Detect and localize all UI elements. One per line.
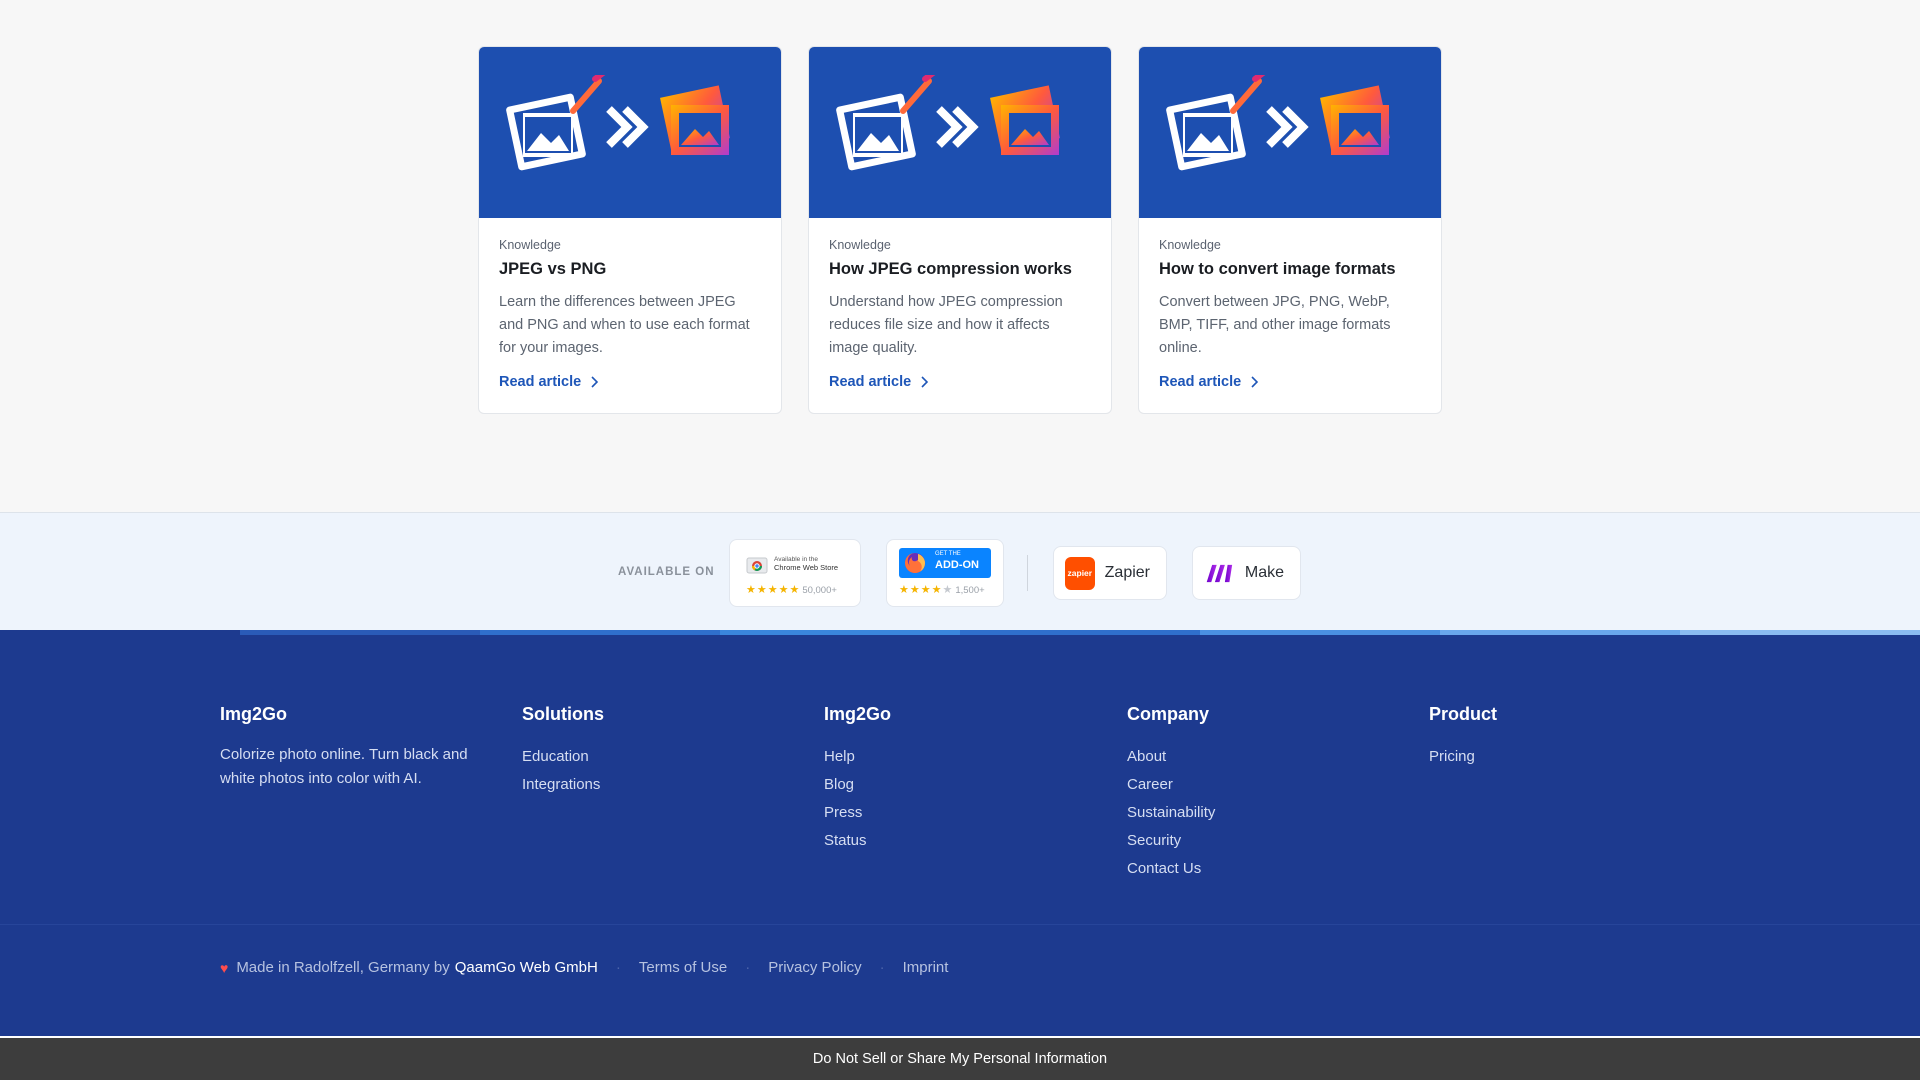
zapier-label: Zapier <box>1104 564 1150 581</box>
article-category: Knowledge <box>1159 238 1221 252</box>
rating-stars: ★★★★★ 1,500+ <box>899 584 985 596</box>
footer-column-title: Img2Go <box>824 704 892 724</box>
article-card[interactable]: Knowledge How to convert image formats C… <box>1138 46 1442 414</box>
read-article-link[interactable]: Read article <box>499 374 761 390</box>
footer-column-title: Solutions <box>522 704 604 724</box>
footer-column-solutions: Solutions Education Integrations <box>522 704 604 799</box>
stripe-segment <box>240 630 480 635</box>
make-integration-chip[interactable]: Make <box>1192 546 1301 600</box>
article-card[interactable]: Knowledge JPEG vs PNG Learn the differen… <box>478 46 782 414</box>
make-logo-icon <box>1206 564 1233 583</box>
articles-section: Knowledge JPEG vs PNG Learn the differen… <box>0 0 1920 512</box>
do-not-sell-link[interactable]: Do Not Sell or Share My Personal Informa… <box>0 1038 1920 1080</box>
article-thumbnail <box>479 47 781 218</box>
article-title[interactable]: How JPEG compression works <box>829 260 1091 279</box>
site-footer: Img2Go Colorize photo online. Turn black… <box>0 630 1920 1036</box>
article-card[interactable]: Knowledge How JPEG compression works Und… <box>808 46 1112 414</box>
footer-link-press[interactable]: Press <box>824 799 891 827</box>
company-link[interactable]: QaamGo Web GmbH <box>455 959 598 976</box>
article-category: Knowledge <box>829 238 891 252</box>
article-thumbnail <box>809 47 1111 218</box>
footer-link-career[interactable]: Career <box>1127 771 1215 799</box>
image-convert-icon <box>506 75 730 171</box>
privacy-policy-link[interactable]: Privacy Policy <box>768 959 861 976</box>
chrome-web-store-badge[interactable]: Available in the Chrome Web Store ★★★★★ 5… <box>729 539 861 607</box>
footer-legal-bar: ♥ Made in Radolfzell, Germany by QaamGo … <box>220 959 948 976</box>
firefox-badge-line1: GET THE <box>935 551 961 557</box>
footer-link-sustainability[interactable]: Sustainability <box>1127 799 1215 827</box>
read-article-link[interactable]: Read article <box>829 374 1091 390</box>
footer-brand-title: Img2Go <box>220 704 288 724</box>
footer-column-img2go: Img2Go Help Blog Press Status <box>824 704 891 855</box>
footer-brand-tagline: Colorize photo online. Turn black and wh… <box>220 746 468 787</box>
imprint-link[interactable]: Imprint <box>903 959 949 976</box>
rating-count: 50,000+ <box>802 585 837 596</box>
available-on-label: AVAILABLE ON <box>618 566 715 578</box>
footer-link-security[interactable]: Security <box>1127 827 1215 855</box>
footer-color-stripe <box>0 630 1920 635</box>
read-article-label: Read article <box>829 374 912 390</box>
available-on-band: AVAILABLE ON Available in the Chrome Web… <box>0 512 1920 630</box>
rating-count: 1,500+ <box>955 585 985 596</box>
stripe-segment <box>1680 630 1920 635</box>
read-article-label: Read article <box>499 374 582 390</box>
chrome-web-store-icon <box>746 557 768 574</box>
chrome-badge-line2: Chrome Web Store <box>774 563 839 572</box>
terms-of-use-link[interactable]: Terms of Use <box>639 959 727 976</box>
footer-link-about[interactable]: About <box>1127 743 1215 771</box>
read-article-label: Read article <box>1159 374 1242 390</box>
chevron-right-icon <box>921 376 929 388</box>
footer-link-contact-us[interactable]: Contact Us <box>1127 855 1215 883</box>
chrome-badge-text: Available in the Chrome Web Store <box>774 556 838 572</box>
article-title[interactable]: How to convert image formats <box>1159 260 1421 279</box>
chevron-right-icon <box>591 376 599 388</box>
footer-column-company: Company About Career Sustainability Secu… <box>1127 704 1215 883</box>
firefox-icon <box>905 553 925 573</box>
footer-divider <box>0 924 1920 925</box>
divider <box>1027 555 1028 591</box>
footer-link-integrations[interactable]: Integrations <box>522 771 604 799</box>
separator-dot: · <box>615 959 621 976</box>
article-description: Convert between JPG, PNG, WebP, BMP, TIF… <box>1159 294 1391 356</box>
footer-column-title: Product <box>1429 704 1498 724</box>
heart-icon: ♥ <box>220 959 229 976</box>
read-article-link[interactable]: Read article <box>1159 374 1421 390</box>
stripe-segment <box>1200 630 1440 635</box>
made-in-text: Made in Radolfzell, Germany by <box>236 959 450 976</box>
article-thumbnail <box>1139 47 1441 218</box>
separator-dot: · <box>879 959 885 976</box>
stripe-segment <box>960 630 1200 635</box>
image-convert-icon <box>1166 75 1390 171</box>
stripe-segment <box>480 630 720 635</box>
footer-column-title: Company <box>1127 704 1210 724</box>
firefox-badge-line2: ADD-ON <box>935 559 979 571</box>
image-convert-icon <box>836 75 1060 171</box>
rating-stars: ★★★★★ 50,000+ <box>746 584 837 596</box>
article-description: Understand how JPEG compression reduces … <box>829 294 1063 356</box>
zapier-integration-chip[interactable]: zapier Zapier <box>1053 546 1167 600</box>
separator-dot: · <box>745 959 751 976</box>
chevron-right-icon <box>1251 376 1259 388</box>
firefox-addon-banner: GET THE ADD-ON <box>899 548 991 578</box>
stripe-segment <box>1440 630 1680 635</box>
zapier-logo-icon: zapier <box>1065 556 1095 590</box>
stripe-segment <box>0 630 240 635</box>
firefox-addon-badge[interactable]: GET THE ADD-ON ★★★★★ 1,500+ <box>886 539 1004 607</box>
stripe-segment <box>720 630 960 635</box>
footer-link-pricing[interactable]: Pricing <box>1429 743 1497 771</box>
footer-brand-column: Img2Go Colorize photo online. Turn black… <box>220 704 490 791</box>
article-category: Knowledge <box>499 238 561 252</box>
make-label: Make <box>1244 564 1284 581</box>
footer-link-education[interactable]: Education <box>522 743 604 771</box>
footer-link-status[interactable]: Status <box>824 827 891 855</box>
article-description: Learn the differences between JPEG and P… <box>499 294 750 356</box>
footer-column-product: Product Pricing <box>1429 704 1497 771</box>
footer-link-help[interactable]: Help <box>824 743 891 771</box>
footer-link-blog[interactable]: Blog <box>824 771 891 799</box>
article-title[interactable]: JPEG vs PNG <box>499 260 761 279</box>
